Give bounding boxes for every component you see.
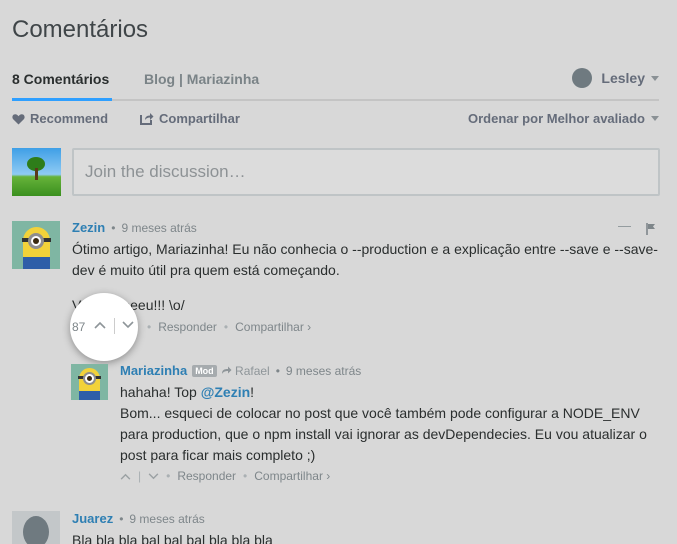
reply-button[interactable]: Responder <box>177 469 236 483</box>
mention-link[interactable]: @Zezin <box>201 384 250 400</box>
tab-bar: 8 Comentários Blog | Mariazinha Lesley <box>12 68 659 101</box>
sort-dropdown[interactable]: Ordenar por Melhor avaliado <box>468 111 659 126</box>
user-menu[interactable]: Lesley <box>572 68 659 88</box>
avatar[interactable] <box>12 221 60 269</box>
tab-comments[interactable]: 8 Comentários <box>12 71 113 101</box>
reply-to-name: Rafael <box>235 363 270 378</box>
comment-time[interactable]: 9 meses atrás <box>286 364 361 378</box>
comment-author[interactable]: Mariazinha <box>120 363 187 378</box>
comment-footer: | • Responder • Compartilhar › <box>120 469 330 483</box>
downvote-icon[interactable] <box>122 321 134 329</box>
upvote-icon[interactable] <box>94 321 106 329</box>
comment-author[interactable]: Juarez <box>72 511 113 526</box>
comment-text: Ótimo artigo, Mariazinha! Eu não conheci… <box>72 241 658 278</box>
collapse-icon[interactable]: — <box>618 218 631 233</box>
comment-text: Bla bla bla bal bal bal bla bla bla <box>72 532 273 544</box>
upvote-icon[interactable] <box>120 473 131 480</box>
user-avatar <box>572 68 593 88</box>
share-link[interactable]: Compartilhar › <box>254 469 330 483</box>
reply-to[interactable]: Rafael <box>221 364 270 378</box>
comment-footer: • Responder • Compartilhar › <box>147 320 312 334</box>
comment-time[interactable]: 9 meses atrás <box>129 512 204 526</box>
page-title: Comentários <box>12 16 149 43</box>
chevron-down-icon <box>651 116 659 121</box>
comment-text: hahaha! Top @Zezin! <box>120 384 255 400</box>
downvote-icon[interactable] <box>148 472 159 480</box>
reply-button[interactable]: Responder <box>158 320 217 334</box>
share-label: Compartilhar <box>159 111 240 126</box>
heart-icon <box>12 113 25 124</box>
avatar <box>12 148 61 196</box>
user-name: Lesley <box>601 70 645 86</box>
share-link[interactable]: Compartilhar › <box>235 320 311 334</box>
moderator-badge: Mod <box>192 364 217 377</box>
chevron-down-icon <box>651 75 659 81</box>
comment-time[interactable]: 9 meses atrás <box>121 221 196 235</box>
recommend-button[interactable]: Recommend <box>12 111 108 126</box>
share-icon <box>140 113 154 125</box>
comment-author[interactable]: Zezin <box>72 220 105 235</box>
share-button[interactable]: Compartilhar <box>140 111 240 126</box>
tab-blog[interactable]: Blog | Mariazinha <box>144 71 259 87</box>
sort-label: Ordenar por Melhor avaliado <box>468 111 645 126</box>
vote-count: 87 <box>72 320 86 334</box>
reply-arrow-icon <box>221 366 232 374</box>
comment-header: Zezin • 9 meses atrás <box>72 220 197 235</box>
avatar[interactable] <box>71 364 108 400</box>
comment-text: Bom... esqueci de colocar no post que vo… <box>120 405 647 463</box>
comment-header: Juarez • 9 meses atrás <box>72 511 205 526</box>
recommend-label: Recommend <box>30 111 109 126</box>
comment-input[interactable]: Join the discussion… <box>72 148 660 196</box>
flag-icon[interactable] <box>646 223 656 238</box>
avatar[interactable] <box>12 511 60 544</box>
discussion-actions: Recommend Compartilhar Ordenar por Melho… <box>12 111 659 127</box>
comment-header: Mariazinha Mod Rafael • 9 meses atrás <box>120 363 362 378</box>
